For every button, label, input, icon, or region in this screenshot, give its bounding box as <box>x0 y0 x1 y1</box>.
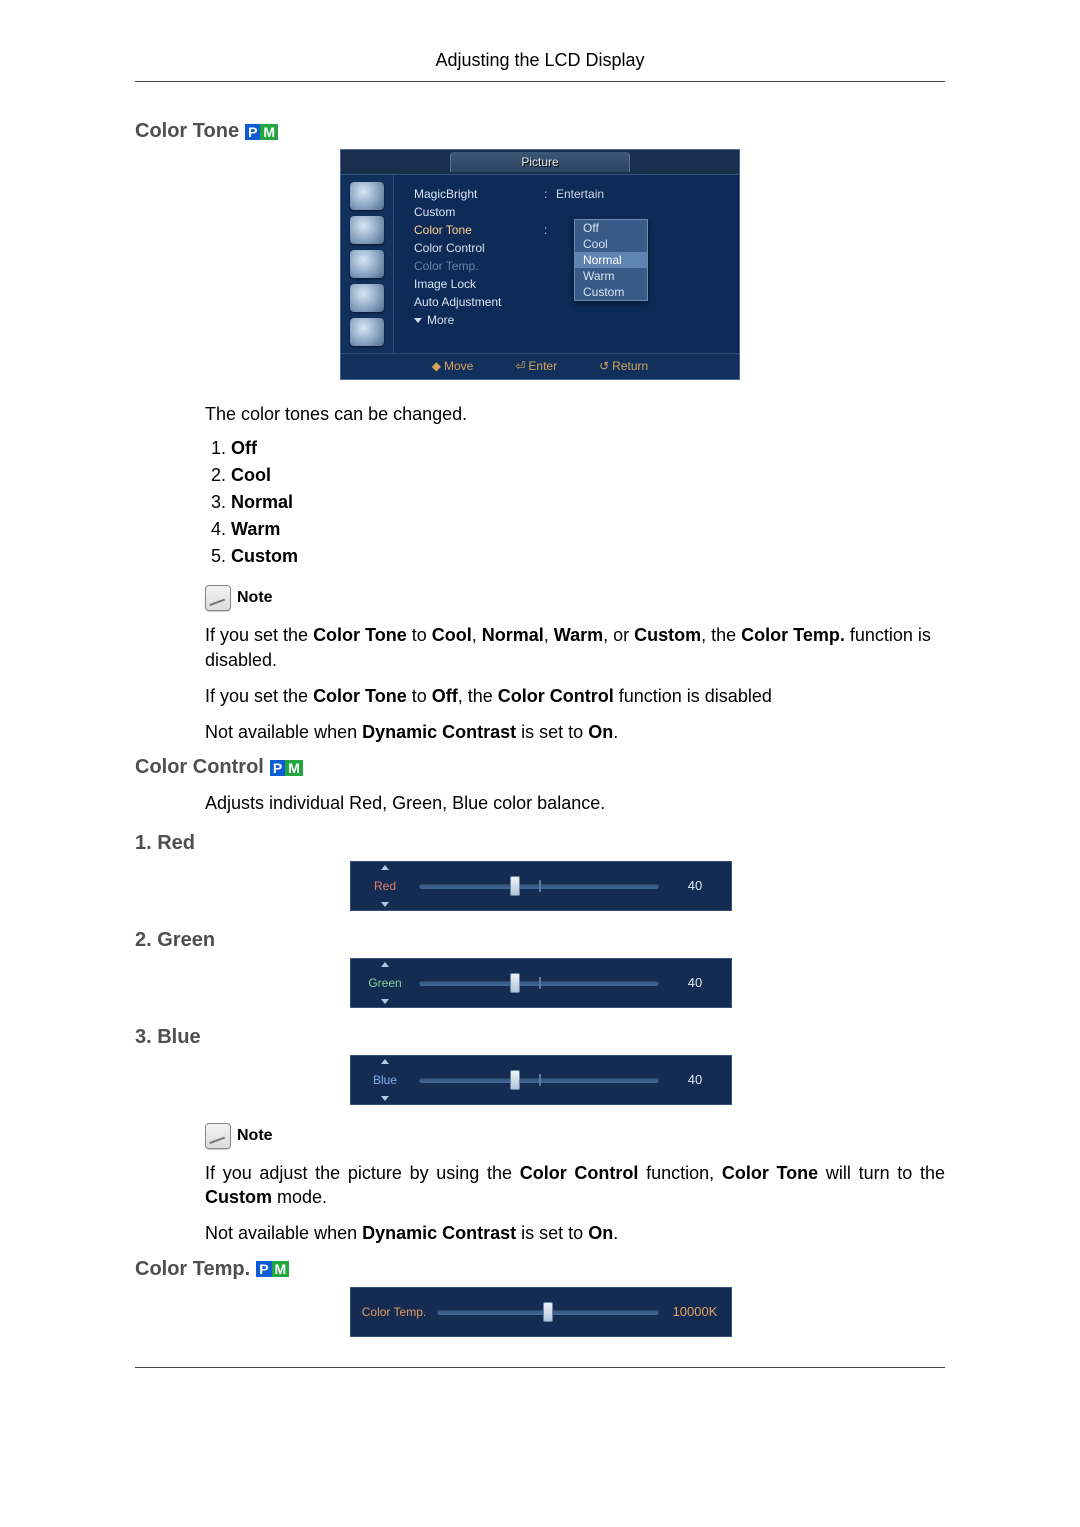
slider-label-red: Red <box>374 879 396 893</box>
pm-icon: PM <box>270 760 303 776</box>
osd-sidebar-icon-4[interactable] <box>350 284 384 312</box>
osd-item-color-tone[interactable]: Color Tone <box>414 223 544 237</box>
osd-option-off[interactable]: Off <box>575 220 647 236</box>
slider-blue[interactable]: Blue 40 <box>350 1055 732 1105</box>
osd-titlebar: Picture <box>341 150 739 175</box>
arrow-down-icon <box>381 999 389 1004</box>
heading-text: Color Temp. <box>135 1258 250 1281</box>
slider-value-blue: 40 <box>659 1072 731 1087</box>
pm-icon: PM <box>245 124 278 140</box>
note-icon <box>205 585 231 611</box>
osd-sidebar-icon-5[interactable] <box>350 318 384 346</box>
osd-item-color-control[interactable]: Color Control <box>414 241 544 255</box>
slider-track[interactable] <box>437 1309 659 1315</box>
slider-value-red: 40 <box>659 878 731 893</box>
color-control-intro: Adjusts individual Red, Green, Blue colo… <box>205 791 945 815</box>
osd-footer-move: ◆Move <box>432 359 474 373</box>
color-control-note1: If you adjust the picture by using the C… <box>205 1161 945 1210</box>
arrow-up-icon <box>381 1059 389 1064</box>
osd-color-tone-dropdown[interactable]: Off Cool Normal Warm Custom <box>574 219 648 301</box>
page-footer-rule <box>135 1367 945 1369</box>
osd-option-cool[interactable]: Cool <box>575 236 647 252</box>
color-tone-note1: If you set the Color Tone to Cool, Norma… <box>205 623 945 672</box>
slider-track[interactable] <box>419 883 659 889</box>
slider-track[interactable] <box>419 1077 659 1083</box>
osd-menu: Picture MagicBright : Entertain Custom <box>340 149 740 380</box>
arrow-down-icon <box>381 1096 389 1101</box>
sub-heading-green: 2. Green <box>135 929 945 952</box>
osd-main: MagicBright : Entertain Custom Color Ton… <box>394 175 739 353</box>
slider-thumb[interactable] <box>510 973 520 993</box>
osd-sidebar-icon-2[interactable] <box>350 216 384 244</box>
slider-thumb[interactable] <box>510 1070 520 1090</box>
heading-text: Color Control <box>135 756 264 779</box>
note-icon <box>205 1123 231 1149</box>
osd-footer-enter: ⏎Enter <box>515 359 557 373</box>
osd-item-custom[interactable]: Custom <box>414 205 544 219</box>
arrow-up-icon <box>381 962 389 967</box>
sub-heading-blue: 3. Blue <box>135 1026 945 1049</box>
sub-heading-red: 1. Red <box>135 832 945 855</box>
osd-footer-return: ↺Return <box>599 359 648 373</box>
slider-red[interactable]: Red 40 <box>350 861 732 911</box>
slider-label-blue: Blue <box>373 1073 397 1087</box>
osd-option-normal[interactable]: Normal <box>575 252 647 268</box>
arrow-up-icon <box>381 865 389 870</box>
section-heading-color-temp: Color Temp. PM <box>135 1258 945 1281</box>
slider-value-green: 40 <box>659 975 731 990</box>
opt-normal: Normal <box>231 492 293 512</box>
color-tone-intro: The color tones can be changed. <box>205 402 945 426</box>
note-label: Note <box>237 589 273 607</box>
opt-off: Off <box>231 438 257 458</box>
chevron-down-icon <box>414 318 422 323</box>
opt-custom: Custom <box>231 546 298 566</box>
osd-item-image-lock[interactable]: Image Lock <box>414 277 544 291</box>
section-heading-color-tone: Color Tone PM <box>135 120 945 143</box>
osd-sidebar-icon-3[interactable] <box>350 250 384 278</box>
heading-text: Color Tone <box>135 120 239 143</box>
section-heading-color-control: Color Control PM <box>135 756 945 779</box>
osd-tab-picture[interactable]: Picture <box>450 152 629 172</box>
slider-color-temp[interactable]: Color Temp. 10000K <box>350 1287 732 1337</box>
osd-option-warm[interactable]: Warm <box>575 268 647 284</box>
osd-item-auto-adjustment[interactable]: Auto Adjustment <box>414 295 544 309</box>
opt-warm: Warm <box>231 519 280 539</box>
osd-sidebar-icon-1[interactable] <box>350 182 384 210</box>
slider-thumb[interactable] <box>543 1302 553 1322</box>
osd-option-custom[interactable]: Custom <box>575 284 647 300</box>
slider-label-green: Green <box>368 976 401 990</box>
color-tone-options-list: Off Cool Normal Warm Custom <box>205 438 945 567</box>
opt-cool: Cool <box>231 465 271 485</box>
color-control-note2: Not available when Dynamic Contrast is s… <box>205 1221 945 1245</box>
slider-thumb[interactable] <box>510 876 520 896</box>
color-tone-note2: If you set the Color Tone to Off, the Co… <box>205 684 945 708</box>
slider-green[interactable]: Green 40 <box>350 958 732 1008</box>
slider-label-color-temp: Color Temp. <box>362 1305 426 1319</box>
osd-value-magicbright: Entertain <box>556 187 604 201</box>
note-label: Note <box>237 1127 273 1145</box>
osd-sidebar <box>341 175 394 353</box>
osd-footer: ◆Move ⏎Enter ↺Return <box>341 353 739 379</box>
slider-track[interactable] <box>419 980 659 986</box>
color-tone-note3: Not available when Dynamic Contrast is s… <box>205 720 945 744</box>
osd-item-magicbright[interactable]: MagicBright <box>414 187 544 201</box>
arrow-down-icon <box>381 902 389 907</box>
page-header-title: Adjusting the LCD Display <box>135 50 945 82</box>
osd-item-more[interactable]: More <box>427 313 454 327</box>
slider-value-color-temp: 10000K <box>659 1304 731 1319</box>
osd-item-color-temp: Color Temp. <box>414 259 544 273</box>
pm-icon: PM <box>256 1261 289 1277</box>
